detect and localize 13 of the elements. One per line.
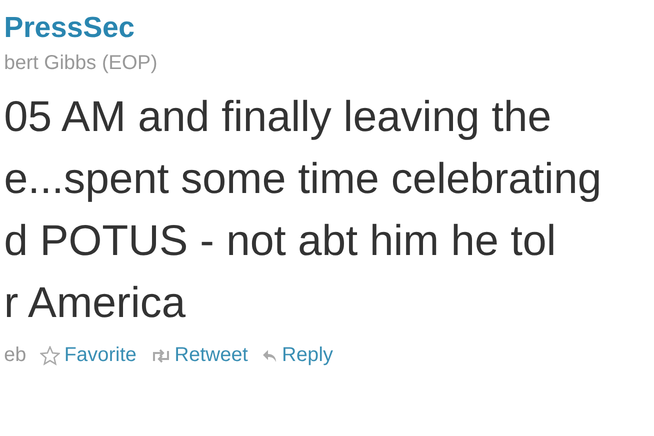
retweet-button[interactable]: Retweet: [150, 344, 248, 367]
tweet-date: eb: [4, 344, 26, 367]
favorite-button[interactable]: Favorite: [40, 344, 136, 367]
user-handle[interactable]: PressSec: [4, 10, 135, 46]
tweet-text-line: d POTUS - not abt him he tol: [4, 216, 556, 267]
star-icon: [40, 346, 60, 366]
reply-icon: [262, 348, 278, 364]
tweet-text-line: e...spent some time celebrating: [4, 154, 602, 205]
tweet-text-line: r America: [4, 278, 186, 329]
reply-button[interactable]: Reply: [262, 344, 334, 367]
user-name: bert Gibbs (EOP): [4, 51, 158, 76]
retweet-icon: [150, 348, 170, 362]
tweet-text-line: 05 AM and finally leaving the: [4, 92, 552, 143]
